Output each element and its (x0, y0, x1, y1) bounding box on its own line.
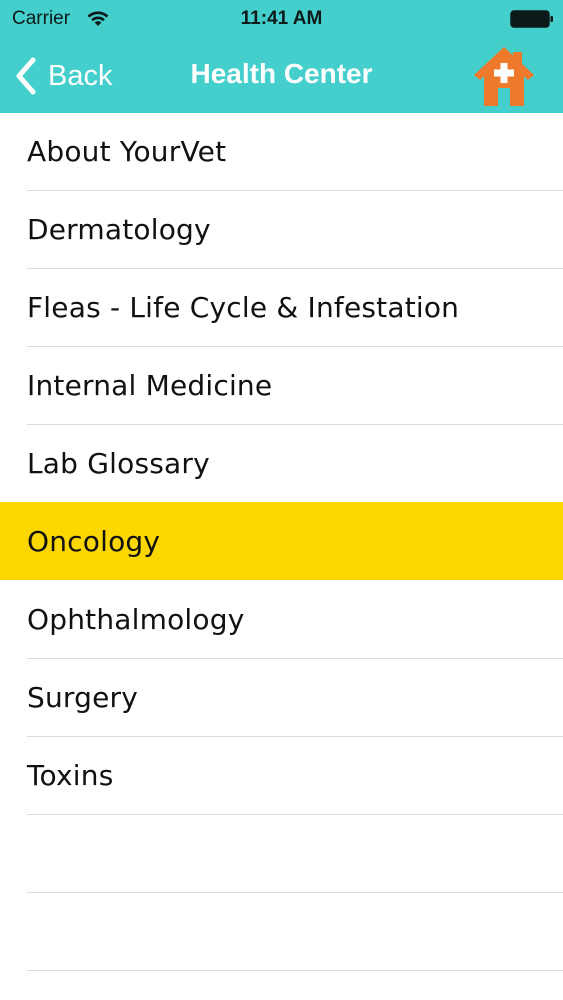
status-bar: Carrier 11:41 AM (0, 0, 563, 40)
list-item-label: About YourVet (27, 135, 227, 168)
list-item-dermatology[interactable]: Dermatology (0, 191, 563, 268)
battery-icon (510, 10, 553, 28)
navigation-bar: Back Health Center (0, 40, 563, 113)
list-item-label: Internal Medicine (27, 369, 273, 402)
empty-row (0, 893, 563, 970)
list-item-label: Surgery (27, 681, 139, 714)
health-topics-list: About YourVet Dermatology Fleas - Life C… (0, 113, 563, 971)
list-item-oncology[interactable]: Oncology (0, 503, 563, 580)
row-separator (27, 970, 563, 971)
list-item-internal-medicine[interactable]: Internal Medicine (0, 347, 563, 424)
list-item-label: Oncology (27, 525, 161, 558)
list-item-label: Toxins (27, 759, 114, 792)
list-item-ophthalmology[interactable]: Ophthalmology (0, 581, 563, 658)
list-item-lab-glossary[interactable]: Lab Glossary (0, 425, 563, 502)
list-item-surgery[interactable]: Surgery (0, 659, 563, 736)
home-plus-icon[interactable] (472, 44, 536, 108)
list-item-label: Dermatology (27, 213, 211, 246)
list-item-label: Ophthalmology (27, 603, 245, 636)
header: Carrier 11:41 AM Back Health Center (0, 0, 563, 113)
status-time: 11:41 AM (240, 8, 323, 29)
empty-row (0, 815, 563, 892)
list-item-toxins[interactable]: Toxins (0, 737, 563, 814)
list-item-label: Lab Glossary (27, 447, 210, 480)
list-item-fleas[interactable]: Fleas - Life Cycle & Infestation (0, 269, 563, 346)
list-item-label: Fleas - Life Cycle & Infestation (27, 291, 460, 324)
list-item-about-yourvet[interactable]: About YourVet (0, 113, 563, 190)
